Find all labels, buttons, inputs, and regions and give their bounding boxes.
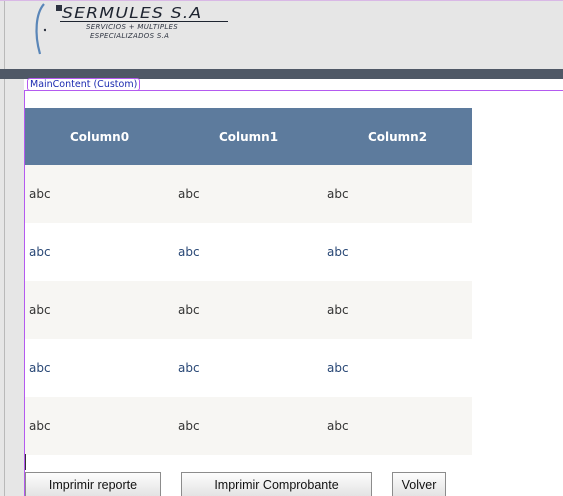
table-cell: abc [323, 165, 472, 223]
column-header-1: Column1 [174, 108, 323, 165]
table-row: abc abc abc [25, 223, 472, 281]
back-button[interactable]: Volver [392, 472, 446, 496]
left-side-rule [4, 79, 5, 496]
table-cell: abc [323, 339, 472, 397]
logo-subtitle-line2: ESPECIALIZADOS S.A [90, 32, 170, 40]
column-header-0: Column0 [25, 108, 174, 165]
column-header-2: Column2 [323, 108, 472, 165]
table-row: abc abc abc [25, 165, 472, 223]
logo-subtitle-line1: SERVICIOS + MULTIPLES [86, 23, 179, 31]
table-cell: abc [174, 223, 323, 281]
table-cell: abc [174, 165, 323, 223]
logo-title: SERMULES S.A [62, 4, 203, 22]
print-report-button[interactable]: Imprimir reporte [25, 472, 161, 496]
table-cell: abc [25, 281, 174, 339]
table-row: abc abc abc [25, 281, 472, 339]
text-caret [25, 454, 26, 470]
logo-swoosh-icon [35, 3, 46, 55]
header-left-rule [4, 1, 5, 70]
table-cell: abc [174, 397, 323, 455]
table-cell: abc [25, 223, 174, 281]
table-cell: abc [323, 397, 472, 455]
table-cell: abc [25, 339, 174, 397]
main-content-tag: MainContent (Custom) [27, 78, 141, 91]
table-cell: abc [174, 339, 323, 397]
table-cell: abc [323, 281, 472, 339]
data-grid: Column0 Column1 Column2 abc abc abc abc … [25, 108, 472, 455]
table-cell: abc [25, 165, 174, 223]
logo-underline [60, 21, 228, 22]
table-cell: abc [25, 397, 174, 455]
grid-header-row: Column0 Column1 Column2 [25, 108, 472, 165]
print-receipt-button[interactable]: Imprimir Comprobante [181, 472, 372, 496]
table-row: abc abc abc [25, 397, 472, 455]
table-cell: abc [174, 281, 323, 339]
table-row: abc abc abc [25, 339, 472, 397]
table-cell: abc [323, 223, 472, 281]
page-header: SERMULES S.A SERVICIOS + MULTIPLES ESPEC… [0, 0, 563, 70]
